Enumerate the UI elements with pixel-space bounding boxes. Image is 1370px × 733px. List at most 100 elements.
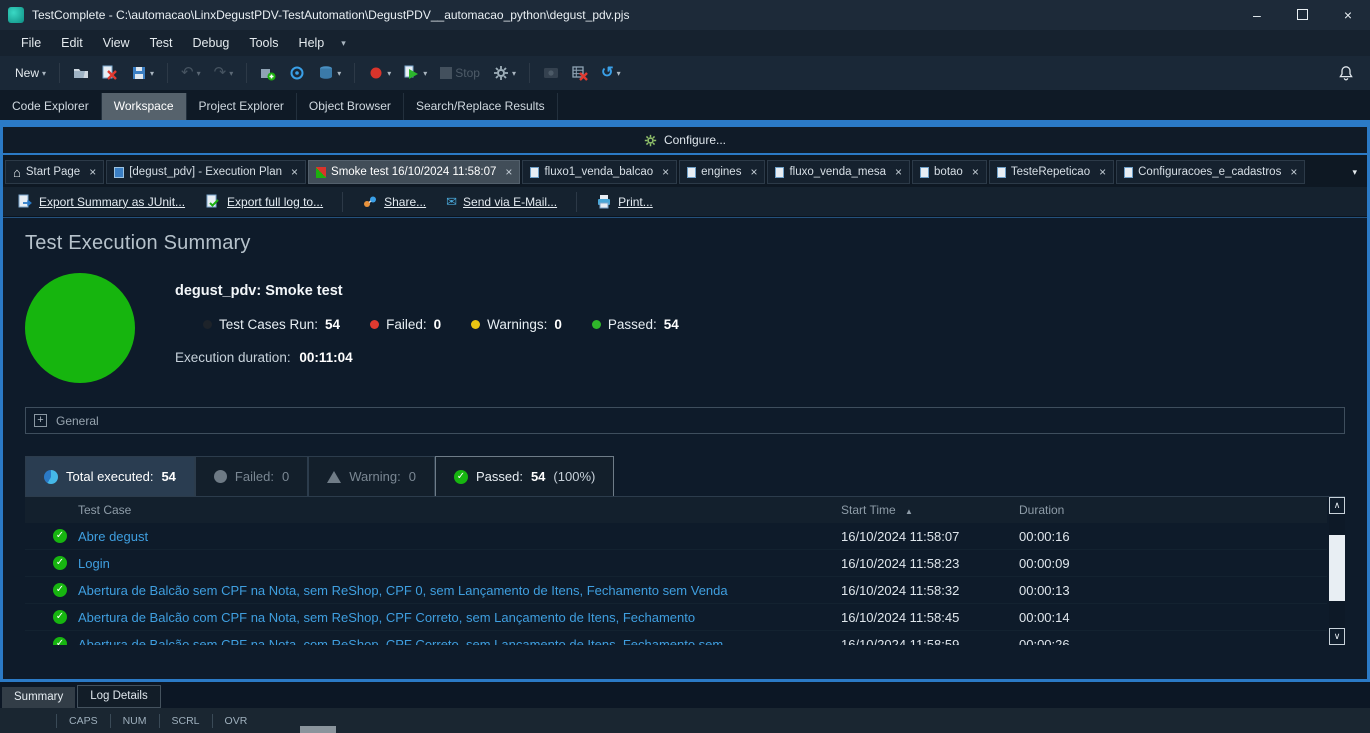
doc-tab-fluxo-venda-mesa[interactable]: fluxo_venda_mesa × [767, 160, 910, 184]
test-execution-summary-panel: Test Execution Summary degust_pdv: Smoke… [3, 217, 1367, 679]
script-file-icon [530, 167, 539, 178]
passed-check-icon: ✓ [454, 470, 468, 484]
checkpoint-button[interactable] [284, 61, 310, 85]
doc-tab-start-page[interactable]: ⌂ Start Page × [5, 160, 104, 184]
menu-tools[interactable]: Tools [240, 32, 287, 54]
envelope-icon: ✉ [446, 195, 457, 208]
column-test-case[interactable]: Test Case [25, 503, 841, 517]
close-tab-icon[interactable]: × [750, 165, 757, 179]
test-case-link[interactable]: Abertura de Balcão sem CPF na Nota, sem … [78, 583, 841, 598]
doc-tab-fluxo1-venda-balcao[interactable]: fluxo1_venda_balcao × [522, 160, 677, 184]
doc-tab-smoke-test-log[interactable]: Smoke test 16/10/2024 11:58:07 × [308, 160, 520, 184]
menu-debug[interactable]: Debug [184, 32, 239, 54]
close-tab-icon[interactable]: × [895, 165, 902, 179]
filter-tab-failed[interactable]: Failed: 0 [195, 456, 308, 496]
revert-icon: ↺ [601, 65, 614, 81]
close-file-button[interactable] [97, 61, 123, 85]
add-item-button[interactable] [255, 61, 281, 85]
column-start-time[interactable]: Start Time ▲ [841, 503, 1019, 517]
tab-overflow-button[interactable]: ▾ [1344, 167, 1365, 178]
close-tab-icon[interactable]: × [972, 165, 979, 179]
notifications-button[interactable] [1338, 64, 1360, 82]
doc-tab-botao[interactable]: botao × [912, 160, 987, 184]
doc-tab-engines[interactable]: engines × [679, 160, 765, 184]
chevron-down-icon: ▾ [387, 69, 391, 78]
table-row[interactable]: ✓ Abertura de Balcão com CPF na Nota, se… [25, 604, 1327, 631]
revert-button[interactable]: ↺ ▾ [596, 61, 626, 85]
column-duration[interactable]: Duration [1019, 503, 1327, 517]
close-tab-icon[interactable]: × [1099, 165, 1106, 179]
table-row[interactable]: ✓ Abertura de Balcão sem CPF na Nota, co… [25, 631, 1327, 645]
filter-value: 54 [161, 469, 175, 484]
table-row[interactable]: ✓ Abertura de Balcão sem CPF na Nota, se… [25, 577, 1327, 604]
menu-edit[interactable]: Edit [52, 32, 92, 54]
scrollbar-thumb[interactable] [1329, 535, 1345, 601]
run-button[interactable]: ▾ [399, 61, 432, 85]
debug-services-button[interactable]: ▾ [488, 61, 521, 85]
filter-tab-total[interactable]: Total executed: 54 [25, 456, 195, 496]
menu-help[interactable]: Help [290, 32, 334, 54]
new-button[interactable]: New ▾ [10, 62, 51, 84]
maximize-button[interactable] [1297, 8, 1308, 22]
share-button[interactable]: Share... [356, 191, 432, 213]
close-tab-icon[interactable]: × [1290, 165, 1297, 179]
open-file-button[interactable] [68, 61, 94, 85]
tab-search-replace-results[interactable]: Search/Replace Results [404, 93, 558, 120]
configure-link[interactable]: Configure... [664, 133, 726, 147]
test-case-link[interactable]: Abre degust [78, 529, 841, 544]
test-case-link[interactable]: Abertura de Balcão com CPF na Nota, sem … [78, 610, 841, 625]
close-button[interactable]: × [1344, 8, 1352, 22]
test-case-link[interactable]: Abertura de Balcão sem CPF na Nota, com … [78, 637, 841, 646]
export-full-log-button[interactable]: Export full log to... [199, 191, 329, 213]
filter-tab-warning[interactable]: Warning: 0 [308, 456, 435, 496]
undo-button[interactable]: ↶ ▾ [176, 61, 206, 85]
stats-row: Test Cases Run: 54 Failed: 0 Warnings: 0 [203, 317, 679, 332]
menu-test[interactable]: Test [141, 32, 182, 54]
test-case-link[interactable]: Login [78, 556, 841, 571]
close-tab-icon[interactable]: × [505, 165, 512, 179]
doc-tab-configuracoes-e-cadastros[interactable]: Configuracoes_e_cadastros × [1116, 160, 1305, 184]
scroll-up-icon[interactable]: ∧ [1329, 497, 1345, 514]
filter-value: 0 [409, 469, 416, 484]
column-label: Duration [1019, 503, 1064, 517]
save-button[interactable]: ▾ [126, 61, 159, 85]
redo-button[interactable]: ↷ ▾ [209, 61, 239, 85]
menu-view[interactable]: View [94, 32, 139, 54]
chevron-down-icon: ▾ [512, 69, 516, 78]
print-button[interactable]: Print... [590, 191, 659, 213]
tab-project-explorer[interactable]: Project Explorer [187, 93, 297, 120]
record-button[interactable]: ▾ [363, 61, 396, 85]
duration-cell: 00:00:09 [1019, 556, 1327, 571]
data-generator-button[interactable]: ▾ [313, 61, 346, 85]
tab-code-explorer[interactable]: Code Explorer [0, 93, 102, 120]
passed-check-icon: ✓ [53, 610, 67, 624]
send-email-button[interactable]: ✉ Send via E-Mail... [440, 192, 563, 212]
table-row[interactable]: ✓ Abre degust 16/10/2024 11:58:07 00:00:… [25, 523, 1327, 550]
menu-overflow-icon[interactable]: ▾ [335, 38, 352, 49]
general-expander[interactable]: + General [25, 407, 1345, 434]
doc-tab-testerepeticao[interactable]: TesteRepeticao × [989, 160, 1114, 184]
screenshot-button[interactable] [538, 61, 564, 85]
filter-tab-passed[interactable]: ✓ Passed: 54 (100%) [435, 456, 614, 496]
doc-tab-execution-plan[interactable]: [degust_pdv] - Execution Plan × [106, 160, 306, 184]
tab-workspace[interactable]: Workspace [102, 93, 187, 120]
menu-file[interactable]: File [12, 32, 50, 54]
minimize-button[interactable]: – [1253, 8, 1261, 22]
home-icon: ⌂ [13, 166, 21, 179]
tab-object-browser[interactable]: Object Browser [297, 93, 404, 120]
close-tab-icon[interactable]: × [291, 165, 298, 179]
doc-tab-label: fluxo1_venda_balcao [544, 166, 653, 178]
export-junit-button[interactable]: Export Summary as JUnit... [11, 191, 191, 213]
table-row[interactable]: ✓ Login 16/10/2024 11:58:23 00:00:09 [25, 550, 1327, 577]
close-tab-icon[interactable]: × [89, 165, 96, 179]
remove-results-button[interactable] [567, 61, 593, 85]
start-time-cell: 16/10/2024 11:58:23 [841, 556, 1019, 571]
vertical-scrollbar[interactable]: ∧ ∨ [1329, 497, 1345, 645]
stop-button[interactable]: Stop [435, 62, 485, 84]
tab-summary[interactable]: Summary [2, 687, 75, 708]
close-tab-icon[interactable]: × [662, 165, 669, 179]
tab-log-details[interactable]: Log Details [77, 685, 161, 708]
expand-plus-icon[interactable]: + [34, 414, 47, 427]
window-controls: – × [1253, 8, 1362, 22]
scroll-down-icon[interactable]: ∨ [1329, 628, 1345, 645]
